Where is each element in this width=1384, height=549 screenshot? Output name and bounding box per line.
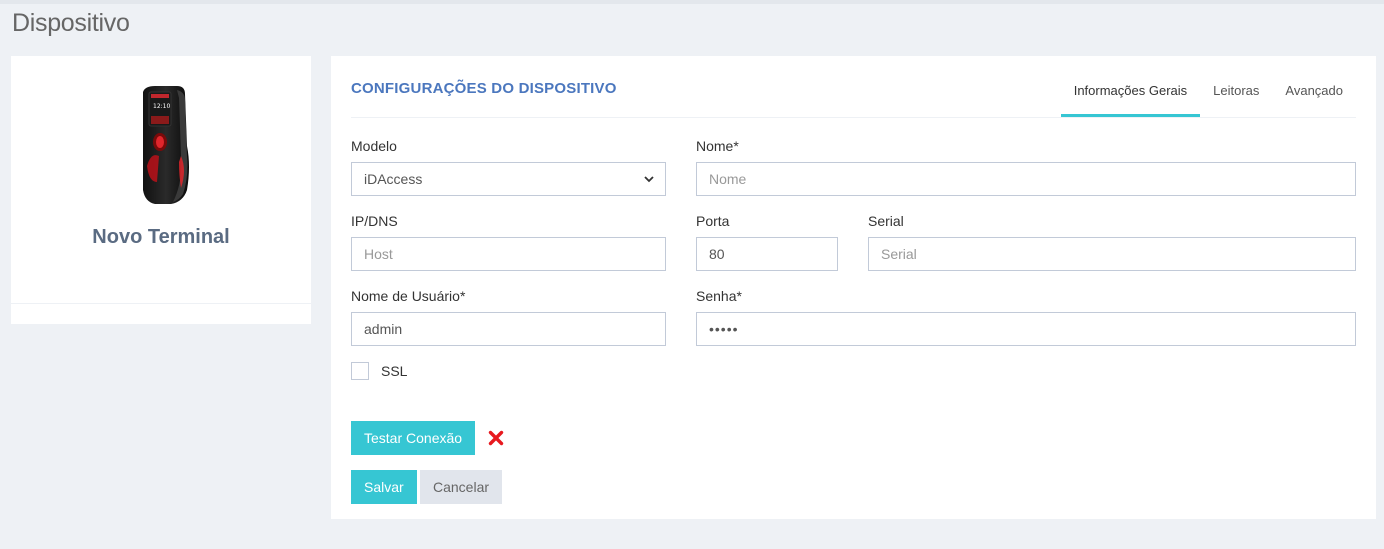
modelo-label: Modelo [351,138,397,154]
top-border [0,0,1384,4]
porta-label: Porta [696,213,730,229]
usuario-label: Nome de Usuário* [351,288,466,304]
tab-bar: Informações Gerais Leitoras Avançado [1060,78,1356,118]
page-title: Dispositivo [12,9,130,37]
nome-label: Nome* [696,138,739,154]
ssl-label: SSL [381,363,408,379]
tab-informacoes-gerais[interactable]: Informações Gerais [1060,78,1201,118]
close-icon [488,430,504,446]
nome-input[interactable] [696,162,1356,196]
senha-input[interactable] [696,312,1356,346]
porta-input[interactable] [696,237,838,271]
ip-dns-label: IP/DNS [351,213,398,229]
divider [11,303,311,304]
device-name: Novo Terminal [92,226,230,248]
modelo-select[interactable]: iDAccess [351,162,666,196]
tab-leitoras[interactable]: Leitoras [1200,78,1272,118]
header-divider [351,117,1356,118]
host-input[interactable] [351,237,666,271]
device-screen-time: 12:10 [153,103,170,110]
cancel-button[interactable]: Cancelar [420,470,503,504]
ssl-checkbox[interactable] [351,362,369,380]
tab-avancado[interactable]: Avançado [1272,78,1356,118]
config-panel: CONFIGURAÇÕES DO DISPOSITIVO Informações… [331,56,1376,519]
device-image: 12:10 [143,86,189,204]
device-card: 12:10 Novo Terminal [11,56,311,324]
panel-title: CONFIGURAÇÕES DO DISPOSITIVO [351,80,617,97]
save-button[interactable]: Salvar [351,470,417,504]
modelo-select-value: iDAccess [364,171,423,187]
ssl-row: SSL [351,362,407,380]
test-connection-button[interactable]: Testar Conexão [351,421,476,455]
serial-label: Serial [868,213,904,229]
senha-label: Senha* [696,288,742,304]
serial-input[interactable] [868,237,1356,271]
chevron-down-icon [644,176,654,183]
usuario-input[interactable] [351,312,666,346]
